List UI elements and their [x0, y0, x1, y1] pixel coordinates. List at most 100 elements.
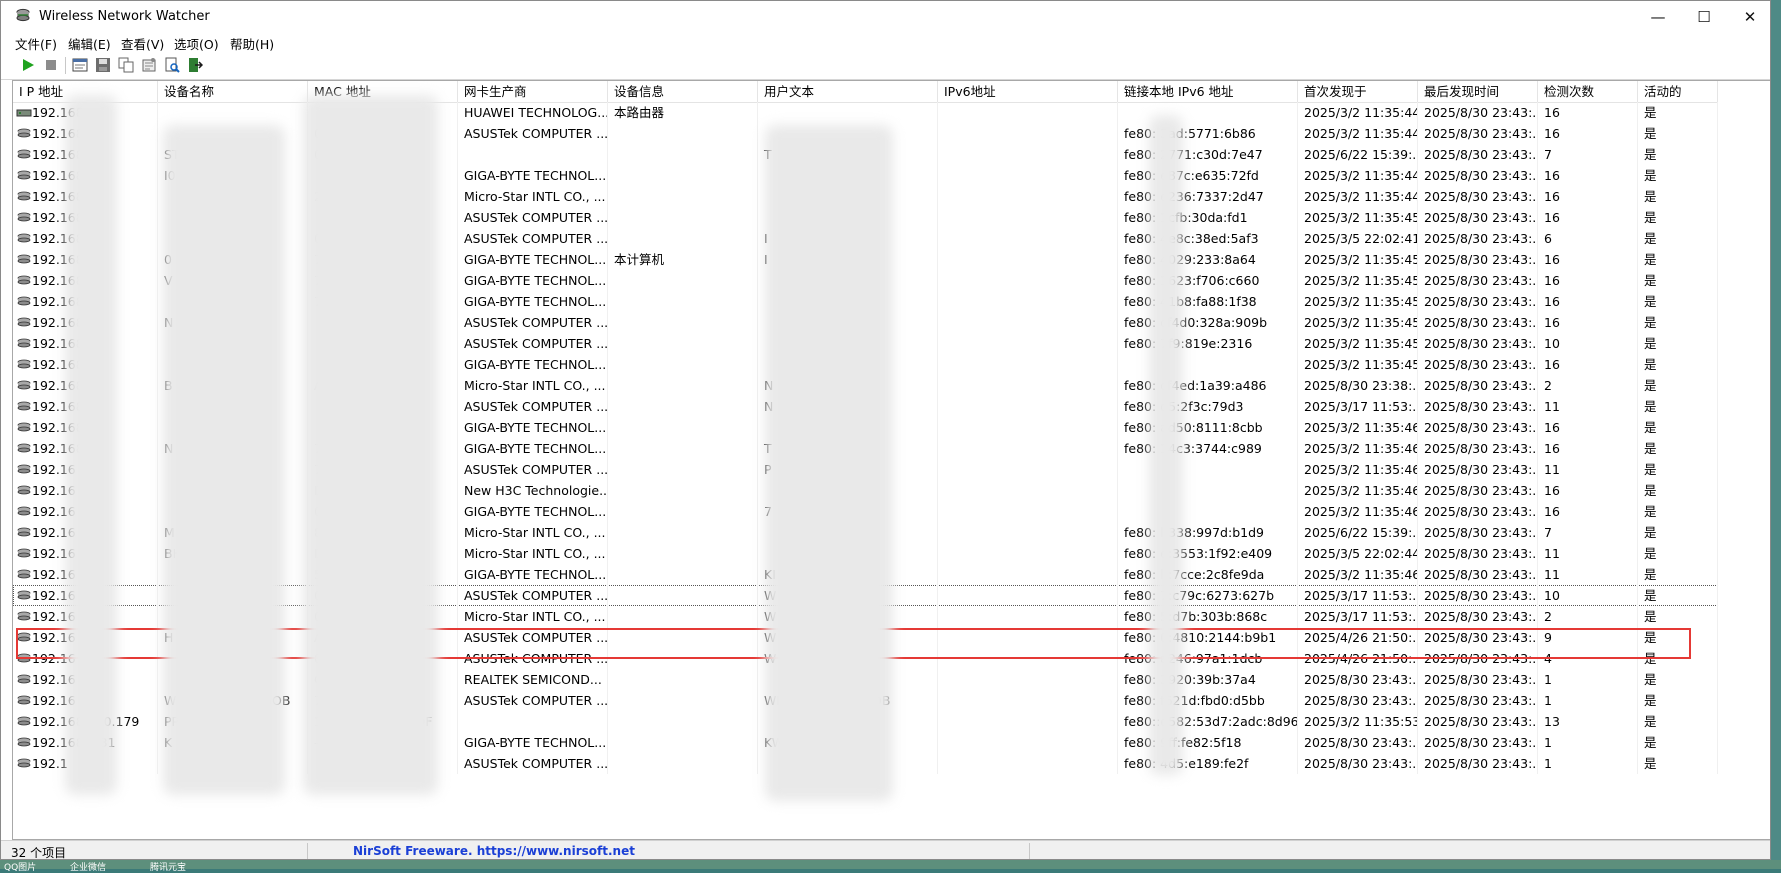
- cell-count: 16: [1538, 102, 1638, 123]
- device-icon: [17, 254, 31, 264]
- cell-ipv6: [938, 312, 1118, 333]
- cell-ipv6: [938, 102, 1118, 123]
- cell-ipv6: [938, 564, 1118, 585]
- cell-name: [158, 102, 308, 123]
- column-header[interactable]: IPv6地址: [938, 81, 1118, 102]
- cell-vendor: ASUSTek COMPUTER ...: [458, 459, 608, 480]
- cell-last: 2025/8/30 23:43:...: [1418, 522, 1538, 543]
- menu-file[interactable]: 文件(F): [15, 34, 57, 53]
- device-icon: [17, 548, 31, 558]
- cell-first: 2025/3/2 11:35:45: [1298, 333, 1418, 354]
- cell-link: fe80: 3ad:5771:6b86: [1118, 123, 1298, 144]
- device-icon: [17, 296, 31, 306]
- cell-ipv6: [938, 753, 1118, 774]
- cell-vendor: [458, 711, 608, 732]
- taskbar-item[interactable]: 企业微信: [70, 860, 106, 873]
- cell-last: 2025/8/30 23:43:...: [1418, 249, 1538, 270]
- cell-first: 2025/8/30 23:43:...: [1298, 690, 1418, 711]
- cell-last: 2025/8/30 23:43:...: [1418, 732, 1538, 753]
- cell-ipv6: [938, 333, 1118, 354]
- cell-last: 2025/8/30 23:43:...: [1418, 354, 1538, 375]
- cell-ipv6: [938, 354, 1118, 375]
- nirsoft-link[interactable]: NirSoft Freeware. https://www.nirsoft.ne…: [353, 844, 635, 858]
- cell-ipv6: [938, 228, 1118, 249]
- cell-vendor: Micro-Star INTL CO., ...: [458, 606, 608, 627]
- cell-count: 16: [1538, 186, 1638, 207]
- menu-help[interactable]: 帮助(H): [230, 34, 274, 53]
- device-icon: [17, 380, 31, 390]
- column-header[interactable]: 首次发现于: [1298, 81, 1418, 102]
- cell-ipv6: [938, 501, 1118, 522]
- cell-link: fe80: 7f9:819e:2316: [1118, 333, 1298, 354]
- properties-icon[interactable]: [141, 57, 157, 73]
- cell-active: 是: [1638, 585, 1718, 606]
- cell-active: 是: [1638, 522, 1718, 543]
- cell-link: [1118, 354, 1298, 375]
- cell-count: 16: [1538, 165, 1638, 186]
- column-header[interactable]: 活动的: [1638, 81, 1718, 102]
- cell-link: fe80: 41b8:fa88:1f38: [1118, 291, 1298, 312]
- cell-ipv6: [938, 165, 1118, 186]
- maximize-button[interactable]: ☐: [1681, 1, 1727, 32]
- cell-first: 2025/3/2 11:35:44: [1298, 102, 1418, 123]
- column-header[interactable]: 网卡生产商: [458, 81, 608, 102]
- device-list[interactable]: I P 地址 设备名称 MAC 地址 网卡生产商 设备信息 用户文本 IPv6地址 链接本地 …: [12, 80, 1770, 840]
- cell-active: 是: [1638, 102, 1718, 123]
- cell-ipv6: [938, 711, 1118, 732]
- play-icon[interactable]: [20, 57, 36, 73]
- cell-first: 2025/3/2 11:35:45: [1298, 270, 1418, 291]
- cell-info: [608, 207, 758, 228]
- menu-view[interactable]: 查看(V): [121, 34, 164, 53]
- html-report-icon[interactable]: [72, 57, 88, 73]
- copy-icon[interactable]: [118, 57, 134, 73]
- column-header[interactable]: 检测次数: [1538, 81, 1638, 102]
- minimize-button[interactable]: —: [1635, 1, 1681, 32]
- close-button[interactable]: ✕: [1727, 1, 1770, 32]
- cell-active: 是: [1638, 753, 1718, 774]
- cell-first: 2025/3/2 11:35:46: [1298, 501, 1418, 522]
- cell-active: 是: [1638, 543, 1718, 564]
- column-header[interactable]: 设备信息: [608, 81, 758, 102]
- cell-active: 是: [1638, 291, 1718, 312]
- find-icon[interactable]: [164, 57, 180, 73]
- menu-options[interactable]: 选项(O): [174, 34, 219, 53]
- cell-active: 是: [1638, 249, 1718, 270]
- cell-info: [608, 396, 758, 417]
- column-header[interactable]: 用户文本: [758, 81, 938, 102]
- cell-count: 2: [1538, 375, 1638, 396]
- cell-vendor: New H3C Technologie...: [458, 480, 608, 501]
- taskbar-item[interactable]: 腾讯元宝: [150, 860, 186, 873]
- cell-active: 是: [1638, 690, 1718, 711]
- save-icon[interactable]: [95, 57, 111, 73]
- cell-user: [758, 102, 938, 123]
- stop-icon[interactable]: [43, 57, 59, 73]
- cell-last: 2025/8/30 23:43:...: [1418, 165, 1538, 186]
- column-header[interactable]: 最后发现时间: [1418, 81, 1538, 102]
- cell-active: 是: [1638, 123, 1718, 144]
- cell-link: fe80: f621d:fbd0:d5bb: [1118, 690, 1298, 711]
- cell-last: 2025/8/30 23:43:...: [1418, 669, 1538, 690]
- cell-info: [608, 312, 758, 333]
- cell-last: 2025/8/30 23:43:...: [1418, 291, 1538, 312]
- table-row[interactable]: 192.168. HUAWEI TECHNOLOG... 本路由器 2025/3/2 …: [13, 102, 1718, 123]
- cell-first: 2025/3/2 11:35:44: [1298, 165, 1418, 186]
- cell-ipv6: [938, 396, 1118, 417]
- column-header[interactable]: 链接本地 IPv6 地址: [1118, 81, 1298, 102]
- exit-icon[interactable]: [187, 57, 203, 73]
- device-icon: [17, 716, 31, 726]
- cell-count: 11: [1538, 459, 1638, 480]
- window-title: Wireless Network Watcher: [39, 9, 210, 24]
- cell-link: fe80: 3920:39b:37a4: [1118, 669, 1298, 690]
- cell-first: 2025/3/17 11:53:...: [1298, 396, 1418, 417]
- cell-count: 16: [1538, 207, 1638, 228]
- cell-vendor: ASUSTek COMPUTER ...: [458, 753, 608, 774]
- cell-ipv6: [938, 459, 1118, 480]
- toolbar-separator: [65, 57, 66, 74]
- column-header[interactable]: 设备名称: [158, 81, 308, 102]
- cell-ipv6: [938, 417, 1118, 438]
- menu-edit[interactable]: 编辑(E): [68, 34, 111, 53]
- cell-last: 2025/8/30 23:43:...: [1418, 543, 1538, 564]
- cell-vendor: Micro-Star INTL CO., ...: [458, 543, 608, 564]
- taskbar-item[interactable]: QQ图片: [4, 860, 36, 873]
- title-bar[interactable]: Wireless Network Watcher — ☐ ✕: [1, 1, 1770, 32]
